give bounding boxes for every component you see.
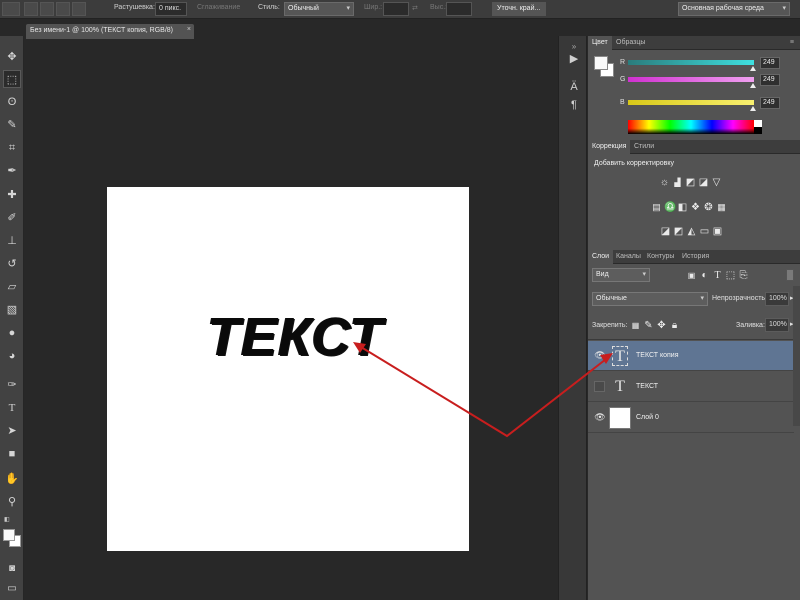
color-fg-swatch[interactable] — [594, 56, 608, 70]
annotation-arrow-overlay — [353, 342, 613, 438]
annotation-arrowhead-left-icon — [353, 342, 366, 353]
foreground-color-swatch[interactable] — [3, 529, 15, 541]
annotation-arrow-line — [355, 343, 611, 438]
